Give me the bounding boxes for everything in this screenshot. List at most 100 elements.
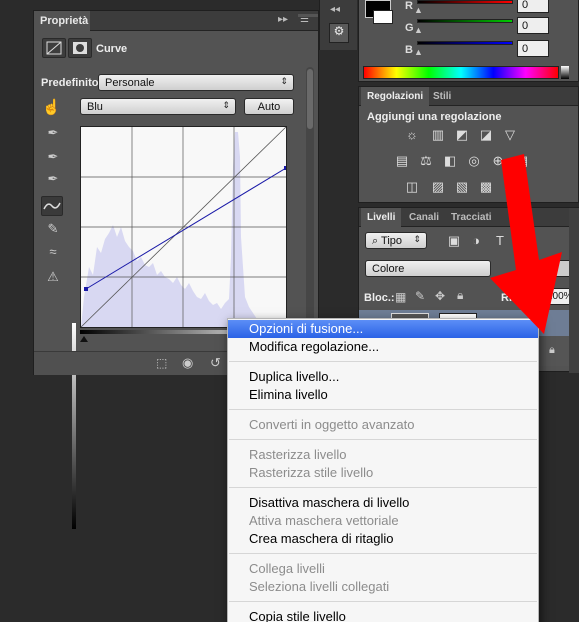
kind-filter-value: Tipo: [381, 235, 403, 247]
tab-regolazioni[interactable]: Regolazioni: [361, 87, 430, 106]
blue-label: B: [405, 44, 413, 56]
exposure-icon[interactable]: ◪: [477, 127, 495, 143]
filter-adjustment-icon[interactable]: ◑: [467, 233, 485, 249]
collapse-icon[interactable]: ◂◂: [330, 4, 340, 15]
blue-curve: [85, 167, 287, 290]
color-panel: R G B ▲ ▲ ▲ 0 0 0: [358, 0, 579, 82]
menu-item-elimina-livello[interactable]: Elimina livello: [228, 386, 538, 404]
properties-scrollbar[interactable]: [306, 67, 314, 357]
black-white-icon[interactable]: ◧: [441, 153, 459, 169]
preset-select[interactable]: Personale ⇕: [98, 74, 294, 91]
gradient-triangle-icon[interactable]: ▽: [501, 127, 519, 143]
red-arrow-shape: [490, 154, 562, 334]
curves-graph[interactable]: [80, 126, 288, 328]
layer-context-menu: Opzioni di fusione... Modifica regolazion…: [227, 318, 539, 622]
menu-item-crea-maschera-di-ritaglio[interactable]: Crea maschera di ritaglio: [228, 530, 538, 548]
menu-item-attiva-maschera-vettoriale: Attiva maschera vettoriale: [249, 513, 399, 528]
menu-separator: [229, 487, 537, 488]
tab-livelli[interactable]: Livelli: [361, 208, 402, 227]
red-arrow-annotation: [490, 154, 562, 334]
vibrance-icon[interactable]: ▤: [393, 153, 411, 169]
lock-move-icon[interactable]: ✥: [435, 289, 445, 303]
menu-item-collega-livelli: Collega livelli: [249, 561, 325, 576]
pencil-draw-icon[interactable]: ✎: [42, 221, 64, 241]
filter-pixel-icon[interactable]: ▣: [445, 233, 463, 249]
auto-button[interactable]: Auto: [244, 98, 294, 115]
lock-all-icon[interactable]: 🔒︎: [457, 288, 463, 303]
green-slider-handle[interactable]: ▲: [414, 25, 423, 35]
select-arrows-icon: ⇕: [413, 234, 421, 244]
curve-point-black: [84, 287, 88, 291]
curves-adjustment-icon[interactable]: [42, 38, 66, 58]
blend-mode-select[interactable]: Colore: [365, 260, 491, 277]
adjustments-tab-bar: Regolazioni Stili: [359, 87, 578, 106]
properties-tab-bar: Proprietà ▸▸ ☰: [34, 11, 318, 31]
properties-tab[interactable]: Proprietà: [34, 11, 90, 31]
layer-mask-icon[interactable]: [68, 38, 92, 58]
lock-icon: 🔒︎: [549, 344, 555, 356]
green-value-field[interactable]: 0: [517, 17, 549, 34]
tool-strip: ◂◂ ⚙: [319, 0, 357, 50]
adjustment-title: Curve: [96, 43, 128, 55]
blue-slider[interactable]: [417, 41, 513, 45]
photo-filter-icon[interactable]: ◎: [465, 153, 483, 169]
select-arrows-icon: ⇕: [222, 100, 230, 110]
posterize-icon[interactable]: ▨: [429, 179, 447, 195]
gray-point-eyedropper-icon[interactable]: ✒: [42, 149, 64, 169]
adjustments-heading: Aggiungi una regolazione: [367, 111, 502, 123]
blue-value-field[interactable]: 0: [517, 40, 549, 57]
menu-item-rasterizza-stile-livello: Rasterizza stile livello: [249, 465, 374, 480]
red-value-field[interactable]: 0: [517, 0, 549, 13]
lock-transparent-icon[interactable]: ▦: [395, 290, 406, 304]
green-slider[interactable]: [417, 19, 513, 23]
menu-separator: [229, 439, 537, 440]
red-label: R: [405, 0, 413, 12]
scroll-thumb[interactable]: [307, 69, 313, 129]
color-balance-icon[interactable]: ⚖: [417, 153, 435, 169]
black-white-ramp[interactable]: [561, 66, 569, 79]
black-point-eyedropper-icon[interactable]: ✒: [42, 125, 64, 145]
lock-label: Bloc.:: [364, 292, 395, 304]
preset-label: Predefinito:: [41, 77, 103, 89]
menu-separator: [229, 361, 537, 362]
color-spectrum-bar[interactable]: [363, 66, 559, 79]
green-label: G: [405, 22, 414, 34]
preset-value: Personale: [105, 77, 155, 89]
curves-icon[interactable]: ◩: [453, 127, 471, 143]
white-point-eyedropper-icon[interactable]: ✒: [42, 171, 64, 191]
menu-separator: [229, 409, 537, 410]
divider: [298, 14, 318, 17]
red-slider-handle[interactable]: ▲: [414, 5, 423, 15]
threshold-icon[interactable]: ▧: [453, 179, 471, 195]
menu-separator: [229, 601, 537, 602]
menu-item-seleziona-livelli-collegati: Seleziona livelli collegati: [249, 579, 390, 594]
curve-points-tool-icon[interactable]: [41, 196, 63, 216]
search-icon: ⌕: [372, 235, 382, 247]
levels-icon[interactable]: ▥: [429, 127, 447, 143]
reset-icon[interactable]: ↺: [210, 355, 221, 371]
on-image-adjust-icon[interactable]: ☝: [42, 98, 61, 116]
channel-select[interactable]: Blu ⇕: [80, 98, 236, 115]
tab-stili[interactable]: Stili: [427, 87, 457, 106]
menu-separator: [229, 553, 537, 554]
layer-kind-filter[interactable]: ⌕ Tipo ⇕: [365, 232, 427, 249]
menu-item-duplica-livello[interactable]: Duplica livello...: [228, 368, 538, 386]
collapse-icon[interactable]: ▸▸: [278, 14, 288, 25]
channel-value: Blu: [87, 101, 103, 113]
invert-icon[interactable]: ◫: [403, 179, 421, 195]
brightness-icon[interactable]: ☼: [403, 127, 421, 143]
panel-icon[interactable]: ⚙: [329, 23, 349, 43]
clip-to-layer-icon[interactable]: ⬚: [156, 356, 167, 370]
menu-item-copia-stile-livello[interactable]: Copia stile livello: [228, 608, 538, 622]
blue-slider-handle[interactable]: ▲: [414, 47, 423, 57]
red-slider[interactable]: [417, 0, 513, 4]
select-arrows-icon: ⇕: [280, 76, 288, 86]
menu-item-disattiva-maschera-di-livello[interactable]: Disattiva maschera di livello: [228, 494, 538, 512]
clipping-warning-icon[interactable]: ⚠: [42, 269, 64, 289]
tab-canali[interactable]: Canali: [403, 208, 445, 227]
black-input-slider[interactable]: [80, 336, 88, 342]
smooth-curve-icon[interactable]: ≈: [42, 244, 64, 264]
view-previous-state-icon[interactable]: ◉: [182, 355, 193, 371]
background-color-swatch[interactable]: [373, 10, 393, 24]
lock-paint-icon[interactable]: ✎: [415, 289, 425, 303]
